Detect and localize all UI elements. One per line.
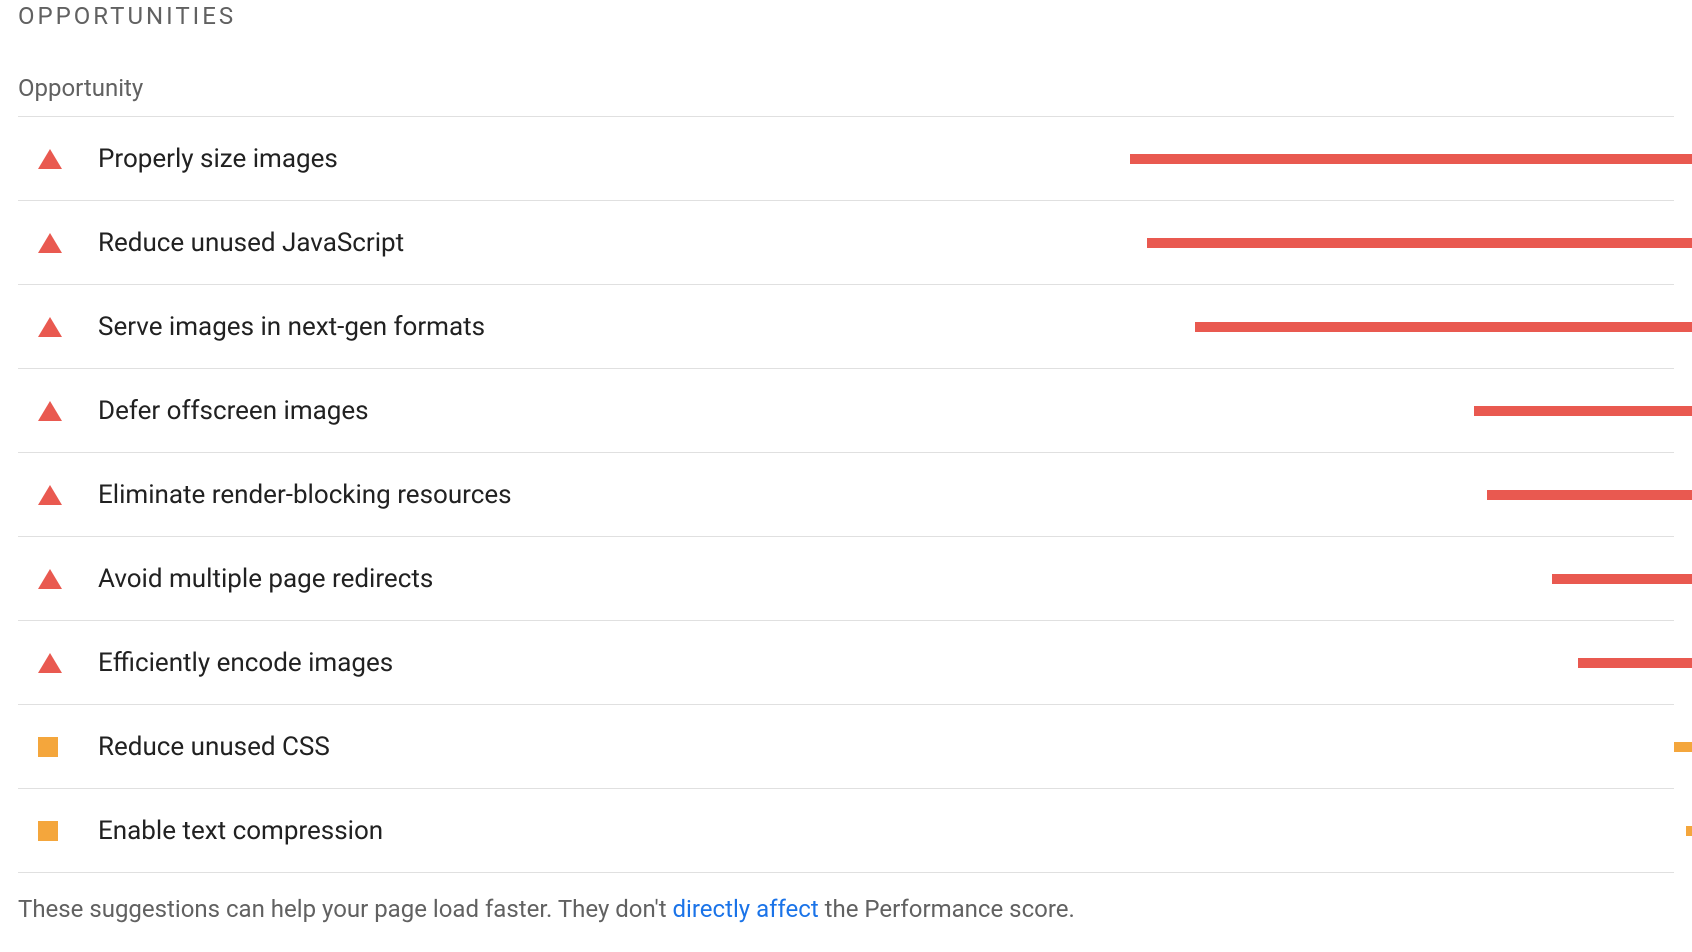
opportunity-row[interactable]: Reduce unused JavaScript bbox=[18, 201, 1674, 285]
section-title: OPPORTUNITIES bbox=[18, 0, 1674, 30]
savings-bar bbox=[1147, 238, 1692, 248]
column-header-opportunity: Opportunity bbox=[18, 74, 1674, 102]
savings-bar bbox=[1487, 490, 1692, 500]
triangle-fail-icon bbox=[18, 149, 68, 169]
opportunity-row[interactable]: Efficiently encode images bbox=[18, 621, 1674, 705]
opportunity-label: Eliminate render-blocking resources bbox=[68, 480, 1122, 510]
triangle-fail-icon bbox=[18, 653, 68, 673]
opportunity-row[interactable]: Eliminate render-blocking resources bbox=[18, 453, 1674, 537]
opportunity-row[interactable]: Avoid multiple page redirects bbox=[18, 537, 1674, 621]
opportunity-label: Avoid multiple page redirects bbox=[68, 564, 1122, 594]
opportunity-label: Serve images in next-gen formats bbox=[68, 312, 1122, 342]
savings-bar bbox=[1474, 406, 1692, 416]
opportunity-row[interactable]: Enable text compression bbox=[18, 789, 1674, 873]
savings-bar-area bbox=[1122, 574, 1692, 584]
triangle-fail-icon bbox=[18, 569, 68, 589]
savings-bar bbox=[1195, 322, 1692, 332]
opportunity-list: Properly size images Reduce unused JavaSc… bbox=[18, 116, 1674, 873]
footnote-link[interactable]: directly affect bbox=[673, 895, 819, 923]
opportunity-row[interactable]: Properly size images bbox=[18, 117, 1674, 201]
opportunity-label: Reduce unused JavaScript bbox=[68, 228, 1122, 258]
savings-bar bbox=[1552, 574, 1692, 584]
opportunity-row[interactable]: Reduce unused CSS bbox=[18, 705, 1674, 789]
savings-bar bbox=[1130, 154, 1692, 164]
opportunity-label: Reduce unused CSS bbox=[68, 732, 1122, 762]
savings-bar-area bbox=[1122, 658, 1692, 668]
triangle-fail-icon bbox=[18, 485, 68, 505]
footnote-text-after: the Performance score. bbox=[819, 895, 1075, 923]
savings-bar-area bbox=[1122, 742, 1692, 752]
opportunity-row[interactable]: Serve images in next-gen formats bbox=[18, 285, 1674, 369]
triangle-fail-icon bbox=[18, 317, 68, 337]
triangle-fail-icon bbox=[18, 401, 68, 421]
savings-bar-area bbox=[1122, 826, 1692, 836]
savings-bar bbox=[1674, 742, 1692, 752]
opportunity-row[interactable]: Defer offscreen images bbox=[18, 369, 1674, 453]
opportunity-label: Efficiently encode images bbox=[68, 648, 1122, 678]
savings-bar-area bbox=[1122, 490, 1692, 500]
savings-bar-area bbox=[1122, 322, 1692, 332]
triangle-fail-icon bbox=[18, 233, 68, 253]
savings-bar bbox=[1686, 826, 1692, 836]
savings-bar-area bbox=[1122, 238, 1692, 248]
opportunity-label: Defer offscreen images bbox=[68, 396, 1122, 426]
opportunity-label: Enable text compression bbox=[68, 816, 1122, 846]
square-average-icon bbox=[18, 737, 68, 757]
footnote-text-before: These suggestions can help your page loa… bbox=[18, 895, 673, 923]
savings-bar bbox=[1578, 658, 1692, 668]
savings-bar-area bbox=[1122, 406, 1692, 416]
footnote: These suggestions can help your page loa… bbox=[18, 873, 1674, 923]
savings-bar-area bbox=[1122, 154, 1692, 164]
opportunities-section: OPPORTUNITIES Opportunity Properly size … bbox=[0, 0, 1692, 923]
opportunity-label: Properly size images bbox=[68, 144, 1122, 174]
square-average-icon bbox=[18, 821, 68, 841]
